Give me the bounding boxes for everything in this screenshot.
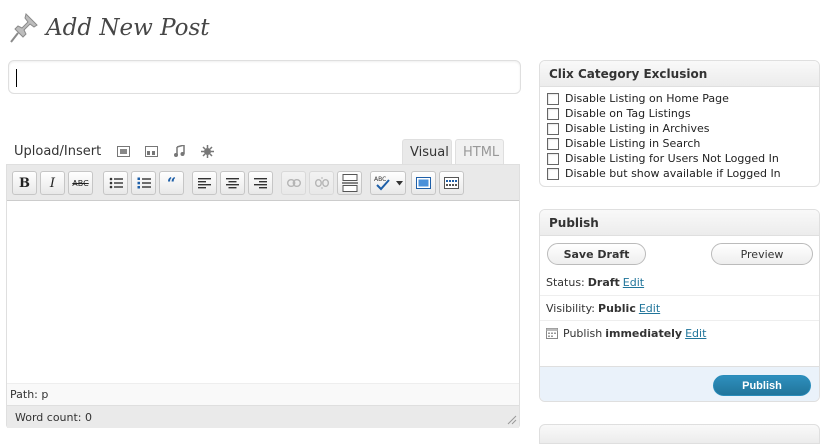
kitchen-sink-icon [444,177,459,189]
checkbox[interactable] [547,107,559,120]
edit-publish-time-link[interactable]: Edit [685,327,706,340]
clix-option[interactable]: Disable on Tag Listings [547,106,812,121]
publish-time-value: immediately [605,326,683,340]
status-row: Status: Draft Edit [540,270,819,295]
word-count: Word count: 0 [7,405,519,428]
link-icon [286,179,301,187]
insert-more-button[interactable] [337,171,362,195]
clix-option-label: Disable Listing on Home Page [565,92,729,105]
fullscreen-button[interactable] [411,171,436,195]
clix-option[interactable]: Disable Listing in Search [547,136,812,151]
clix-option[interactable]: Disable Listing on Home Page [547,91,812,106]
page-header: Add New Post [8,10,210,46]
upload-insert-bar: Upload/Insert [14,143,227,159]
editor-toolbar: B I ABC “ ABC [7,165,519,201]
checkbox[interactable] [547,122,559,135]
edit-visibility-link[interactable]: Edit [639,302,660,315]
status-value: Draft [587,276,620,289]
align-center-button[interactable] [220,171,245,195]
checkbox[interactable] [547,152,559,165]
blockquote-icon: “ [166,173,177,193]
add-video-icon[interactable] [143,143,159,159]
clix-option[interactable]: Disable but show available if Logged In [547,166,812,181]
bold-button[interactable]: B [12,171,37,195]
strikethrough-button[interactable]: ABC [68,171,93,195]
pushpin-icon [10,13,38,43]
tab-html[interactable]: HTML [455,139,504,165]
text-caret [16,69,17,87]
spellcheck-button[interactable]: ABC [370,171,406,195]
preview-button[interactable]: Preview [711,243,813,265]
align-left-icon [198,177,211,188]
visibility-row: Visibility: Public Edit [540,295,819,320]
publish-time-label: Publish [563,326,603,340]
checkbox[interactable] [547,167,559,180]
clix-option-label: Disable Listing in Archives [565,122,710,135]
publish-box: Publish Save Draft Preview Status: Draft… [539,209,820,402]
editor-content-area[interactable] [7,201,519,383]
clix-option[interactable]: Disable Listing in Archives [547,121,812,136]
checkbox[interactable] [547,92,559,105]
unlink-button[interactable] [309,171,334,195]
clix-option-label: Disable Listing in Search [565,137,701,150]
more-tag-icon [341,174,358,192]
kitchen-sink-button[interactable] [439,171,464,195]
clix-option[interactable]: Disable Listing for Users Not Logged In [547,151,812,166]
align-left-button[interactable] [192,171,217,195]
edit-status-link[interactable]: Edit [623,276,644,289]
post-title-field[interactable] [8,60,521,94]
publish-time-row: Publish immediately Edit [540,320,819,345]
publish-button[interactable]: Publish [713,375,811,396]
unordered-list-icon [109,177,123,189]
clix-category-exclusion-box: Clix Category Exclusion Disable Listing … [539,60,820,187]
blockquote-button[interactable]: “ [159,171,184,195]
clix-option-label: Disable on Tag Listings [565,107,691,120]
align-center-icon [226,177,239,188]
resize-grip-icon[interactable] [507,415,517,425]
svg-text:ABC: ABC [374,176,386,183]
visibility-value: Public [598,301,636,315]
calendar-icon [546,328,558,339]
clix-box-title: Clix Category Exclusion [540,61,819,87]
ordered-list-icon [137,177,151,189]
next-postbox-header [539,424,820,444]
tab-visual[interactable]: Visual [402,139,452,165]
page-title: Add New Post [46,15,210,41]
clix-option-label: Disable Listing for Users Not Logged In [565,152,779,165]
fullscreen-icon [416,177,431,189]
chevron-down-icon [396,181,403,186]
publish-box-title: Publish [540,210,819,236]
add-image-icon[interactable] [115,143,131,159]
publish-actions: Save Draft Preview [540,236,819,270]
align-right-icon [254,177,267,188]
spellcheck-icon: ABC [374,176,390,191]
save-draft-button[interactable]: Save Draft [547,243,646,265]
add-media-icon[interactable] [199,143,215,159]
unordered-list-button[interactable] [103,171,128,195]
post-title-input[interactable] [15,64,514,90]
checkbox[interactable] [547,137,559,150]
status-label: Status: [546,276,585,289]
add-audio-icon[interactable] [171,143,187,159]
upload-insert-label: Upload/Insert [14,143,102,159]
insert-link-button[interactable] [281,171,306,195]
visibility-label: Visibility: [546,301,596,315]
editor-path: Path: p [7,383,519,405]
ordered-list-button[interactable] [131,171,156,195]
align-right-button[interactable] [248,171,273,195]
publish-footer: Publish [540,366,819,401]
clix-option-label: Disable but show available if Logged In [565,167,781,180]
unlink-icon [314,177,329,189]
italic-button[interactable]: I [40,171,65,195]
post-editor: B I ABC “ ABC Path: p Word count: 0 [6,164,520,428]
clix-options-list: Disable Listing on Home Page Disable on … [540,87,819,185]
